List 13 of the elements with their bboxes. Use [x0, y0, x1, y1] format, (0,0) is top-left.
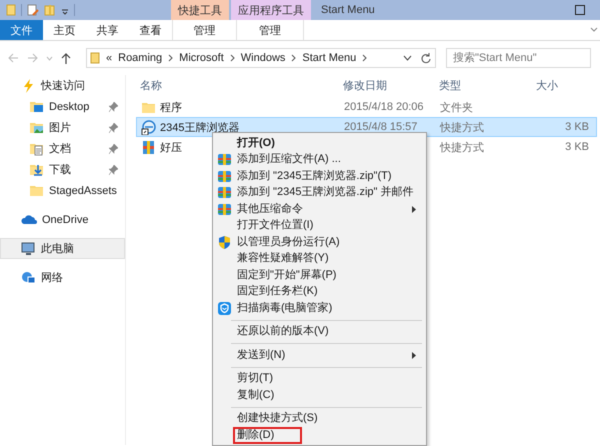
file-size: 3 KB: [564, 141, 590, 153]
file-size: 3 KB: [564, 121, 590, 133]
file-name: 2345王牌浏览器: [160, 120, 240, 134]
window-title: Start Menu: [320, 3, 376, 18]
context-tab-group-label: 应用程序工具: [231, 0, 311, 20]
file-name: 程序: [160, 100, 182, 114]
context-tab-group-label: 快捷工具: [171, 0, 229, 20]
file-type: 快捷方式: [438, 140, 485, 154]
modified-date: 2015/4/18 20:06: [343, 101, 425, 113]
file-type: 文件夹: [439, 100, 474, 114]
file-name: 好压: [160, 140, 182, 154]
modified-date: 2015/4/8 15:57: [343, 121, 418, 133]
file-type: 快捷方式: [438, 120, 485, 134]
